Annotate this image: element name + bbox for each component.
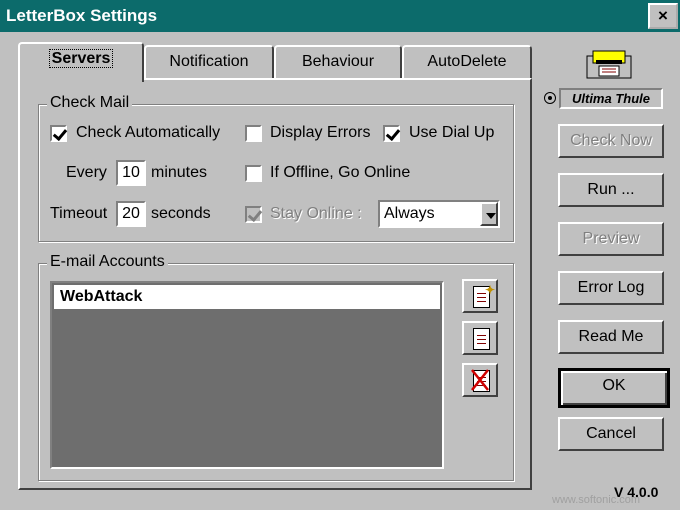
cancel-button[interactable]: Cancel — [558, 417, 664, 451]
delete-x-icon — [471, 369, 489, 391]
list-item[interactable]: WebAttack — [54, 285, 440, 309]
close-button[interactable]: × — [648, 3, 678, 29]
minutes-label: minutes — [151, 164, 208, 181]
email-accounts-group-label: E-mail Accounts — [47, 253, 168, 271]
edit-account-icon — [473, 328, 490, 350]
radio-dot-icon — [544, 92, 556, 104]
ok-button[interactable]: OK — [558, 368, 670, 408]
window-title: LetterBox Settings — [6, 6, 158, 25]
check-now-button[interactable]: Check Now — [558, 124, 664, 158]
tab-notification-label: Notification — [169, 53, 249, 70]
brand-label: Ultima Thule — [559, 88, 663, 109]
error-log-button[interactable]: Error Log — [558, 271, 664, 305]
preview-button[interactable]: Preview — [558, 222, 664, 256]
tab-behaviour[interactable]: Behaviour — [274, 45, 402, 79]
stay-online-select[interactable]: Always — [378, 200, 500, 228]
display-errors-label[interactable]: Display Errors — [270, 124, 370, 142]
stay-online-select-value: Always — [384, 205, 435, 222]
tab-autodelete-label: AutoDelete — [427, 53, 507, 70]
check-automatically-checkbox[interactable] — [50, 125, 67, 142]
edit-account-button[interactable] — [462, 321, 498, 355]
if-offline-checkbox[interactable] — [245, 165, 262, 182]
use-dial-up-label[interactable]: Use Dial Up — [409, 124, 494, 142]
stay-online-checkbox[interactable] — [245, 206, 262, 223]
if-offline-label[interactable]: If Offline, Go Online — [270, 164, 410, 182]
letterbox-settings-window: LetterBox Settings × Servers Notificatio… — [0, 0, 680, 510]
every-label: Every — [66, 164, 107, 181]
display-errors-checkbox[interactable] — [245, 125, 262, 142]
stay-online-label: Stay Online : — [270, 205, 362, 222]
title-bar[interactable]: LetterBox Settings × — [0, 0, 680, 32]
email-accounts-list[interactable]: WebAttack — [50, 281, 444, 469]
check-automatically-label[interactable]: Check Automatically — [76, 124, 220, 142]
run-button[interactable]: Run ... — [558, 173, 664, 207]
tab-servers[interactable]: Servers — [18, 42, 144, 82]
letterbox-logo-icon — [584, 48, 634, 80]
new-account-button[interactable]: ✦ — [462, 279, 498, 313]
tab-behaviour-label: Behaviour — [301, 53, 375, 70]
use-dial-up-checkbox[interactable] — [383, 125, 400, 142]
chevron-down-icon[interactable] — [480, 202, 498, 226]
tab-autodelete[interactable]: AutoDelete — [402, 45, 532, 79]
timeout-label: Timeout — [50, 205, 108, 222]
delete-account-button[interactable] — [462, 363, 498, 397]
tab-notification[interactable]: Notification — [144, 45, 274, 79]
every-minutes-input[interactable]: 10 — [116, 160, 146, 186]
check-mail-group-label: Check Mail — [47, 94, 133, 112]
tab-servers-label: Servers — [48, 49, 114, 68]
read-me-button[interactable]: Read Me — [558, 320, 664, 354]
seconds-label: seconds — [151, 205, 211, 222]
watermark: www.softonic.com — [552, 494, 641, 506]
timeout-seconds-input[interactable]: 20 — [116, 201, 146, 227]
